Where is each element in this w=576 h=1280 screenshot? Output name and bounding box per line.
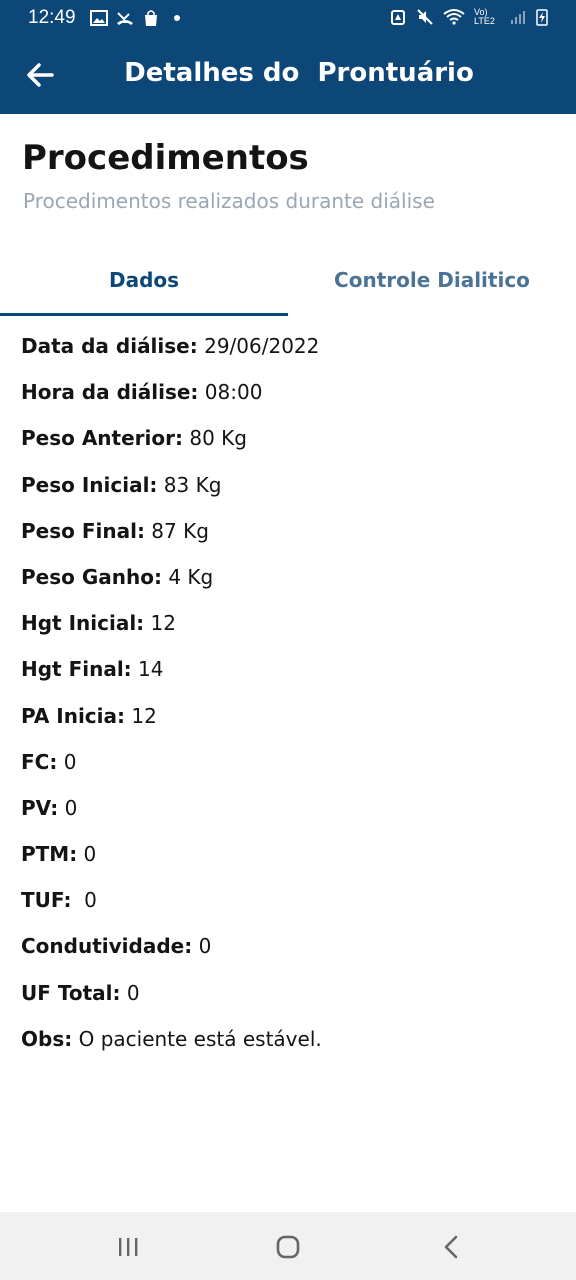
field-value: 0 [57, 749, 77, 774]
field-value: 0 [120, 980, 140, 1005]
image-icon [90, 10, 108, 26]
field-label: Peso Inicial: [21, 472, 158, 497]
recent-apps-icon [119, 1238, 138, 1256]
missed-call-icon [117, 12, 133, 25]
field-obs: Obs: O paciente está estável. [21, 1025, 561, 1071]
field-condutividade: Condutividade: 0 [21, 932, 561, 978]
field-label: Hora da diálise: [21, 380, 199, 405]
dot-icon [174, 15, 180, 21]
field-fc: FC: 0 [21, 748, 561, 794]
field-value: 4 Kg [161, 564, 214, 589]
field-value: 08:00 [198, 380, 263, 405]
system-nav-bar [0, 1212, 576, 1280]
app-bar: Detalhes do Prontuário [0, 36, 576, 114]
field-label: UF Total: [21, 980, 121, 1005]
field-label: Condutividade: [21, 934, 193, 959]
page-subtitle: Procedimentos realizados durante diálise [23, 189, 435, 213]
field-label: TUF: [21, 888, 72, 913]
field-hora-dialise: Hora da diálise: 08:00 [21, 378, 561, 424]
field-peso-ganho: Peso Ganho: 4 Kg [21, 563, 561, 609]
field-hgt-final: Hgt Final: 14 [21, 655, 561, 701]
field-label: Obs: [21, 1026, 73, 1051]
field-label: Data da diálise: [21, 334, 198, 358]
status-bar: 12:49 Vo) LTE2 [0, 0, 576, 36]
field-value: 29/06/2022 [197, 334, 320, 358]
recent-apps-button[interactable] [113, 1234, 143, 1260]
field-value: 80 Kg [183, 426, 247, 451]
tab-indicator [0, 313, 288, 316]
field-value: O paciente está estável. [72, 1026, 322, 1051]
field-peso-anterior: Peso Anterior: 80 Kg [21, 424, 561, 470]
tab-dados[interactable]: Dados [0, 254, 288, 316]
app-bar-title: Detalhes do Prontuário [124, 58, 474, 88]
field-uf-total: UF Total: 0 [21, 979, 561, 1025]
field-peso-final: Peso Final: 87 Kg [21, 517, 561, 563]
shopping-bag-icon [145, 10, 157, 26]
network-label: Vo) LTE2 [474, 7, 495, 26]
status-right-icons: Vo) LTE2 [389, 8, 548, 26]
field-value: 0 [77, 842, 97, 867]
home-icon [276, 1235, 300, 1259]
field-peso-inicial: Peso Inicial: 83 Kg [21, 471, 561, 517]
mute-icon [417, 9, 433, 25]
procedure-details: Data da diálise: 29/06/2022 Hora da diál… [21, 332, 561, 1071]
field-label: FC: [21, 749, 58, 774]
status-left-icons [90, 9, 180, 27]
battery-icon [536, 9, 548, 26]
signal-icon [511, 11, 525, 24]
field-ptm: PTM: 0 [21, 840, 561, 886]
field-hgt-inicial: Hgt Inicial: 12 [21, 609, 561, 655]
field-label: PV: [21, 795, 59, 820]
field-value: 0 [192, 934, 212, 959]
field-label: Peso Final: [21, 518, 145, 543]
field-data-dialise: Data da diálise: 29/06/2022 [21, 332, 561, 378]
field-label: Peso Anterior: [21, 426, 183, 451]
field-label: Hgt Final: [21, 657, 132, 682]
field-value: 0 [71, 888, 97, 913]
home-button[interactable] [273, 1234, 303, 1260]
field-pv: PV: 0 [21, 794, 561, 840]
field-label: PTM: [21, 842, 78, 867]
field-label: PA Inicia: [21, 703, 126, 728]
system-back-button[interactable] [436, 1234, 466, 1260]
back-icon [444, 1235, 458, 1259]
field-value: 0 [58, 795, 78, 820]
field-value: 14 [131, 657, 164, 682]
field-pa-inicia: PA Inicia: 12 [21, 702, 561, 748]
status-time: 12:49 [28, 7, 76, 28]
wifi-icon [443, 9, 465, 25]
field-value: 83 Kg [157, 472, 222, 497]
tab-bar: Dados Controle Dialitico [0, 254, 576, 316]
field-label: Peso Ganho: [21, 564, 162, 589]
page-title: Procedimentos [22, 138, 309, 178]
field-value: 12 [144, 611, 176, 636]
tab-controle-dialitico[interactable]: Controle Dialitico [288, 254, 576, 316]
field-tuf: TUF: 0 [21, 886, 561, 932]
field-value: 12 [125, 703, 157, 728]
alarm-icon [391, 10, 405, 25]
field-label: Hgt Inicial: [21, 611, 145, 636]
field-value: 87 Kg [144, 518, 209, 543]
